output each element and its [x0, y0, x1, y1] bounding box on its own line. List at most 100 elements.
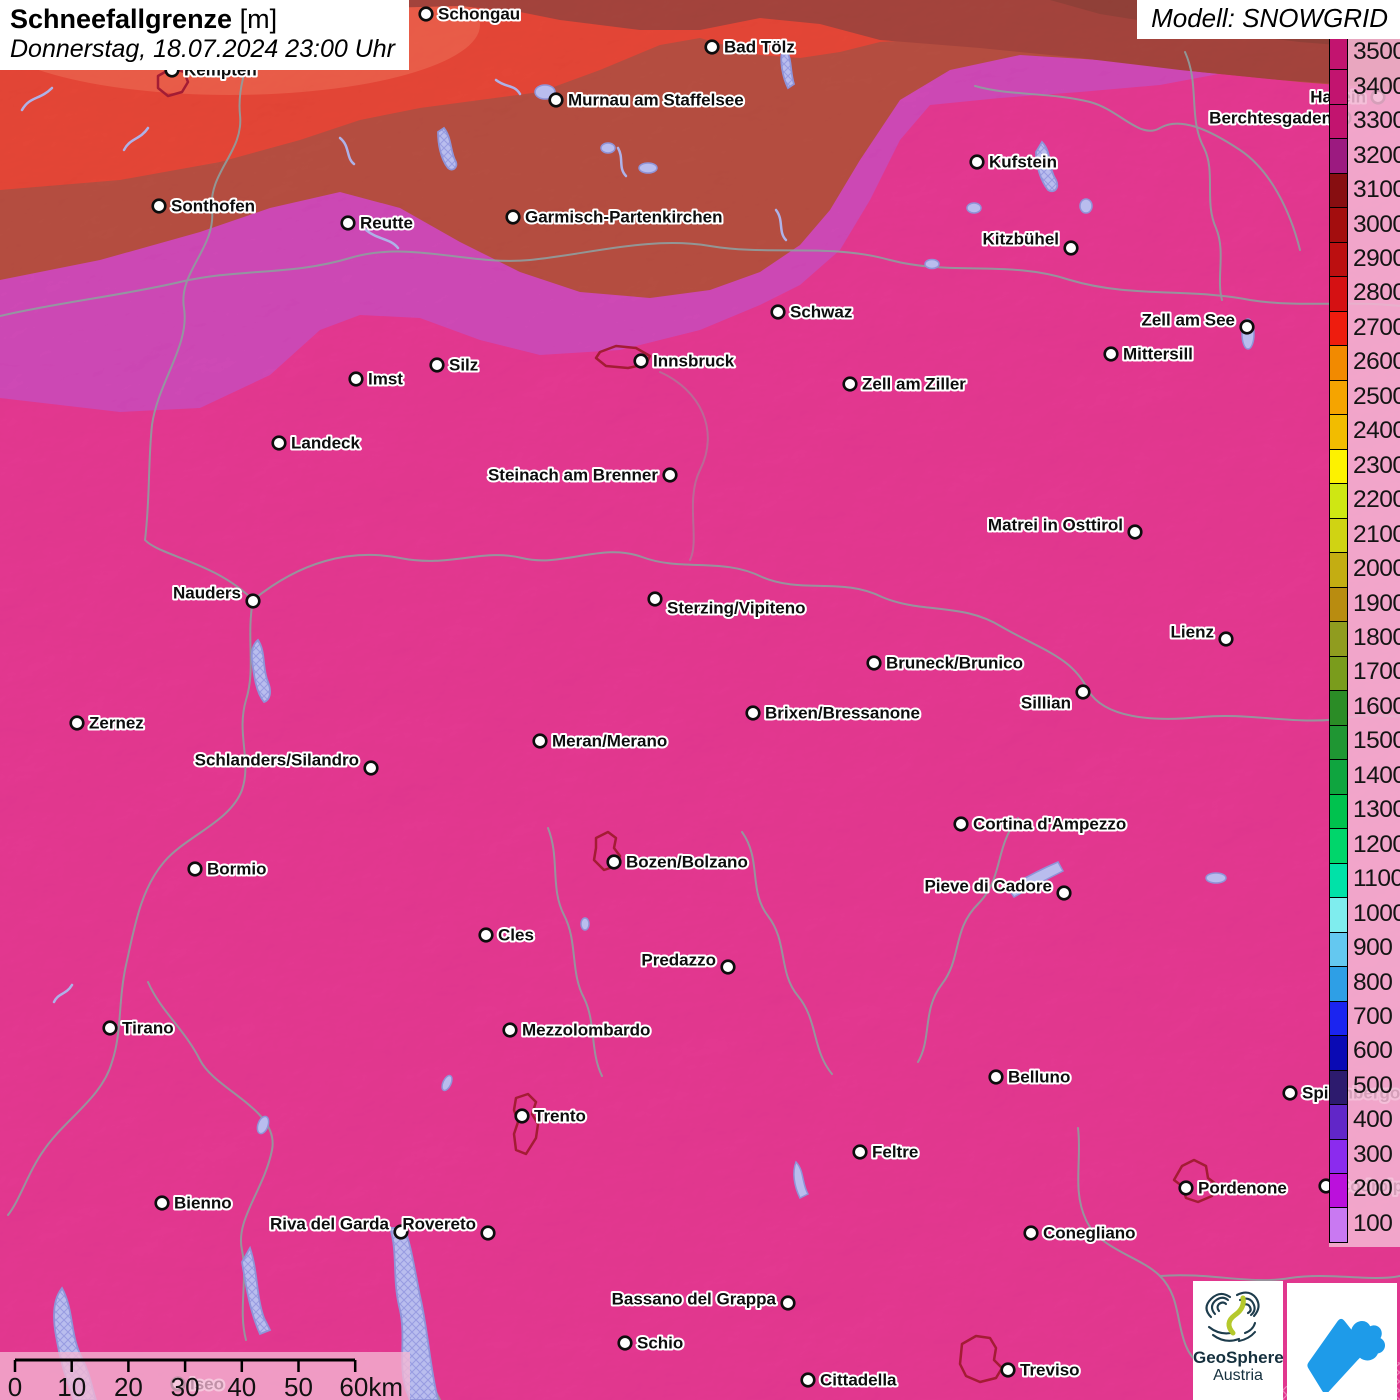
- mountain-cloud-logo-icon: [1294, 1292, 1390, 1392]
- legend-segment: [1330, 207, 1347, 241]
- city-label: Bormio: [207, 859, 267, 878]
- legend-value: 1100: [1353, 867, 1400, 892]
- city-marker: Conegliano: [1025, 1223, 1136, 1242]
- city-label: Landeck: [291, 433, 361, 452]
- legend-value: 2900: [1353, 247, 1400, 272]
- legend-segment: [1330, 1035, 1347, 1069]
- legend-value: 2400: [1353, 419, 1400, 444]
- city-dot: [1241, 321, 1254, 334]
- city-label: Garmisch-Partenkirchen: [525, 207, 722, 226]
- legend-value: 2100: [1353, 523, 1400, 548]
- city-label: Bassano del Grappa: [612, 1289, 777, 1308]
- legend-segment: [1330, 897, 1347, 931]
- legend-segment: [1330, 138, 1347, 172]
- city-dot: [955, 818, 968, 831]
- city-dot: [550, 94, 563, 107]
- city-marker: Treviso: [1002, 1360, 1080, 1379]
- city-label: Silz: [449, 355, 478, 374]
- city-label: Kitzbühel: [983, 229, 1060, 248]
- city-label: Imst: [368, 369, 403, 388]
- city-label: Schlanders/Silandro: [195, 750, 359, 769]
- legend-value: 1500: [1353, 729, 1400, 754]
- city-marker: Silz: [431, 355, 479, 374]
- city-dot: [1058, 887, 1071, 900]
- city-marker: Meran/Merano: [534, 731, 668, 750]
- city-dot: [189, 863, 202, 876]
- scale-bar-value: 20: [114, 1372, 143, 1400]
- city-marker: Bad Tölz: [706, 37, 795, 56]
- city-label: Trento: [534, 1106, 586, 1125]
- city-marker: Rovereto: [402, 1214, 494, 1239]
- city-marker: Innsbruck: [635, 351, 735, 370]
- city-label: Bad Tölz: [724, 37, 795, 56]
- city-marker: Bassano del Grappa: [612, 1289, 795, 1309]
- city-marker: Zell am See: [1141, 310, 1253, 333]
- legend-segment: [1330, 656, 1347, 690]
- legend-segment: [1330, 380, 1347, 414]
- legend-value: 2800: [1353, 281, 1400, 306]
- scale-bar-value: 10: [57, 1372, 86, 1400]
- city-dot: [482, 1227, 495, 1240]
- legend-value: 200: [1353, 1177, 1392, 1202]
- legend-value: 900: [1353, 936, 1392, 961]
- city-marker: Kufstein: [971, 152, 1057, 171]
- city-dot: [772, 306, 785, 319]
- weather-map-product: SchongauBad TölzKemptenMurnau am Staffel…: [0, 0, 1400, 1400]
- city-label: Lienz: [1171, 622, 1214, 641]
- scale-bar-value: 60km: [339, 1372, 403, 1400]
- city-label: Nauders: [173, 583, 241, 602]
- city-marker: Landeck: [273, 433, 361, 452]
- legend-value: 2200: [1353, 488, 1400, 513]
- city-dot: [747, 707, 760, 720]
- legend-value: 1000: [1353, 902, 1400, 927]
- city-label: Innsbruck: [653, 351, 735, 370]
- legend-value: 1600: [1353, 695, 1400, 720]
- city-label: Bozen/Bolzano: [626, 852, 748, 871]
- city-marker: Zernez: [71, 713, 144, 732]
- partner-logo-box: [1287, 1283, 1397, 1400]
- city-dot: [534, 735, 547, 748]
- city-dot: [1077, 686, 1090, 699]
- city-marker: Brixen/Bressanone: [747, 703, 920, 722]
- city-marker: Sonthofen: [153, 196, 255, 215]
- city-marker: Trento: [516, 1106, 586, 1125]
- city-marker: Predazzo: [641, 950, 734, 973]
- city-label: Sonthofen: [171, 196, 255, 215]
- legend-panel: 3500340033003200310030002900280027002600…: [1329, 33, 1400, 1247]
- city-label: Bienno: [174, 1193, 232, 1212]
- city-marker: Schlanders/Silandro: [195, 750, 378, 774]
- legend-value-labels: 3500340033003200310030002900280027002600…: [1353, 35, 1399, 1243]
- city-dot: [504, 1024, 517, 1037]
- city-dot: [516, 1110, 529, 1123]
- city-label: Conegliano: [1043, 1223, 1136, 1242]
- city-label: Zell am See: [1141, 310, 1235, 329]
- city-dot: [990, 1071, 1003, 1084]
- scale-bar-ticks: [15, 1360, 355, 1372]
- city-marker: Bormio: [189, 859, 267, 878]
- city-marker: Bozen/Bolzano: [608, 852, 748, 871]
- legend-segment: [1330, 483, 1347, 517]
- city-dot: [635, 355, 648, 368]
- legend-value: 3000: [1353, 213, 1400, 238]
- legend-value: 2500: [1353, 385, 1400, 410]
- legend-segment: [1330, 414, 1347, 448]
- city-dot: [1002, 1364, 1015, 1377]
- city-label: Tirano: [122, 1018, 174, 1037]
- city-marker: Sterzing/Vipiteno: [649, 593, 806, 618]
- city-dot: [1065, 242, 1078, 255]
- city-marker: Kitzbühel: [983, 229, 1078, 254]
- geosphere-logo-box: GeoSphere Austria: [1193, 1281, 1283, 1400]
- city-label: Cittadella: [820, 1370, 897, 1389]
- legend-value: 2000: [1353, 557, 1400, 582]
- city-marker: Schwaz: [772, 302, 853, 321]
- city-marker: Zell am Ziller: [844, 374, 967, 393]
- city-marker: Riva del Garda: [270, 1214, 407, 1238]
- city-marker: Bruneck/Brunico: [868, 653, 1023, 672]
- city-marker: Schio: [619, 1333, 684, 1352]
- city-label: Murnau am Staffelsee: [568, 90, 744, 109]
- city-label: Feltre: [872, 1142, 918, 1161]
- city-dot: [1180, 1182, 1193, 1195]
- city-marker: Sillian: [1021, 686, 1089, 713]
- legend-segment: [1330, 759, 1347, 793]
- city-label: Predazzo: [641, 950, 716, 969]
